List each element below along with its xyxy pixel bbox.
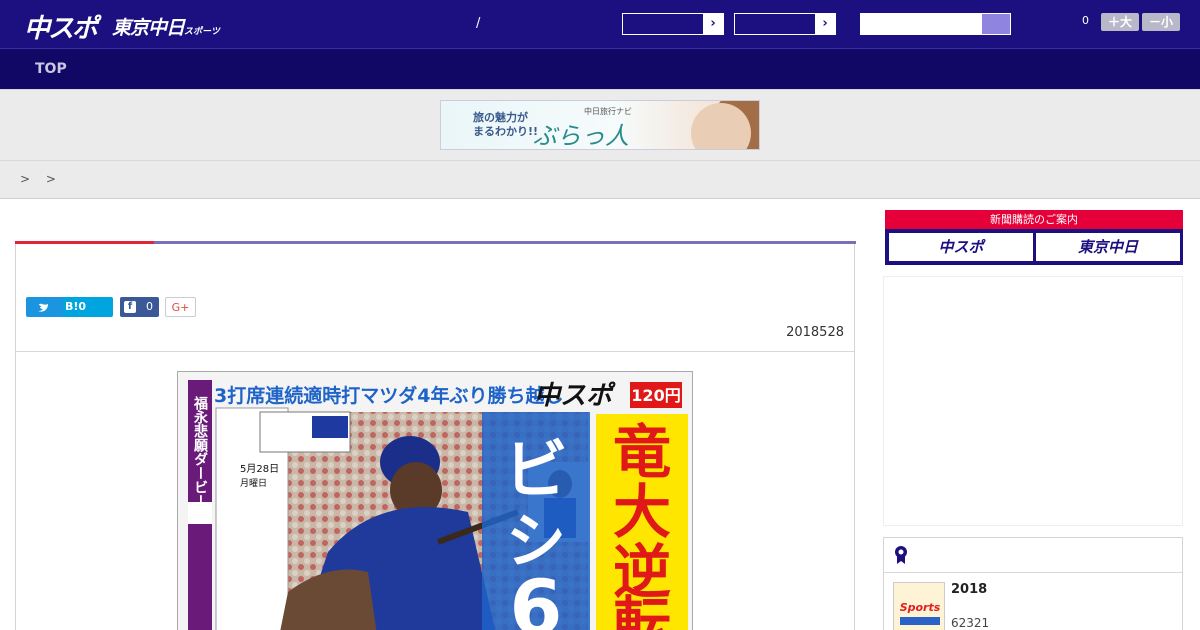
paper-side-headline: 福永悲願ダービーV xyxy=(192,395,209,519)
banner-line1: 旅の魅力が xyxy=(473,111,528,124)
category-select-2[interactable]: › xyxy=(734,13,836,35)
font-size-count: 0 xyxy=(1082,14,1089,27)
banner-tagline: 旅の魅力が まるわかり!! xyxy=(473,111,538,139)
article-accent-red xyxy=(15,241,154,244)
svg-text:6: 6 xyxy=(510,563,563,630)
newspaper-illustration: ビ シ 6 竜 大 逆 転 3打席連続適時打マツダ4年ぶり勝ち越し 中スポ 12… xyxy=(178,372,692,630)
tokyo-chunichi-logo[interactable]: 東京中日スポーツ xyxy=(112,13,220,40)
nav-item-top[interactable]: TOP xyxy=(35,61,67,77)
hatena-bookmark-button[interactable]: B!0 xyxy=(63,297,113,317)
category-select-1[interactable]: › xyxy=(622,13,724,35)
svg-text:ビ: ビ xyxy=(504,434,568,508)
facebook-count: 0 xyxy=(146,300,153,313)
ad-band: 旅の魅力が まるわかり!! 中日旅行ナビ ぶらっ人 xyxy=(0,89,1200,161)
sports-thumbnail-art: Sports xyxy=(894,583,944,630)
tokyo-chunichi-logo-text: 東京中日 xyxy=(112,17,185,39)
ranking-number: 62321 xyxy=(951,616,990,630)
ranking-box: Sports 2018 62321 xyxy=(883,537,1183,630)
newspaper-front-page-image[interactable]: ビ シ 6 竜 大 逆 転 3打席連続適時打マツダ4年ぶり勝ち越し 中スポ 12… xyxy=(177,371,693,630)
subscribe-chuspo-button[interactable]: 中スポ xyxy=(889,233,1033,261)
breadcrumb-bar: > > xyxy=(0,161,1200,199)
ribbon-icon xyxy=(895,546,907,564)
facebook-share-button[interactable]: f 0 xyxy=(120,297,159,317)
top-header: 中スポ 東京中日スポーツ / › › 0 ＋大 －小 xyxy=(0,0,1200,49)
chevron-right-icon: › xyxy=(703,14,723,34)
chuspo-logo[interactable]: 中スポ xyxy=(24,8,98,45)
article-accent-purple xyxy=(154,241,856,244)
font-smaller-button[interactable]: －小 xyxy=(1142,13,1180,31)
subscription-box: 新聞購読のご案内 中スポ 東京中日 xyxy=(885,210,1183,265)
paper-masthead: 中スポ xyxy=(534,381,616,411)
subscribe-tokyo-chunichi-button[interactable]: 東京中日 xyxy=(1036,233,1180,261)
banner-line2: まるわかり!! xyxy=(473,125,539,138)
search-button[interactable] xyxy=(982,14,1010,34)
chevron-right-icon: › xyxy=(815,14,835,34)
paper-weekday: 月曜日 xyxy=(240,478,267,489)
search-input[interactable] xyxy=(860,13,1011,35)
svg-text:転: 転 xyxy=(613,590,671,630)
paper-top-headline: 3打席連続適時打マツダ4年ぶり勝ち越し xyxy=(214,384,563,407)
travel-banner[interactable]: 旅の魅力が まるわかり!! 中日旅行ナビ ぶらっ人 xyxy=(440,100,760,150)
article-date: 2018528 xyxy=(786,325,844,340)
subscription-title: 新聞購読のご案内 xyxy=(885,210,1183,229)
header-separator: / xyxy=(476,16,481,31)
tokyo-chunichi-logo-small: スポーツ xyxy=(184,27,220,37)
banner-brand: ぶらっ人 xyxy=(533,122,629,150)
svg-text:竜: 竜 xyxy=(613,418,671,486)
article-divider xyxy=(16,351,854,352)
svg-text:大: 大 xyxy=(613,478,671,546)
ranking-year[interactable]: 2018 xyxy=(951,582,987,597)
breadcrumb: > > xyxy=(20,172,62,186)
paper-issue-date: 5月28日 xyxy=(240,463,279,475)
thumb-label: Sports xyxy=(900,601,941,614)
font-larger-button[interactable]: ＋大 xyxy=(1101,13,1139,31)
main-nav: TOP xyxy=(0,49,1200,89)
paper-price: 120円 xyxy=(631,386,680,405)
google-plus-button[interactable]: G+ xyxy=(165,297,196,317)
facebook-icon: f xyxy=(124,301,136,313)
sidebar-ad-slot xyxy=(883,276,1183,526)
ranking-thumbnail[interactable]: Sports xyxy=(893,582,945,630)
ranking-header xyxy=(884,538,1182,573)
